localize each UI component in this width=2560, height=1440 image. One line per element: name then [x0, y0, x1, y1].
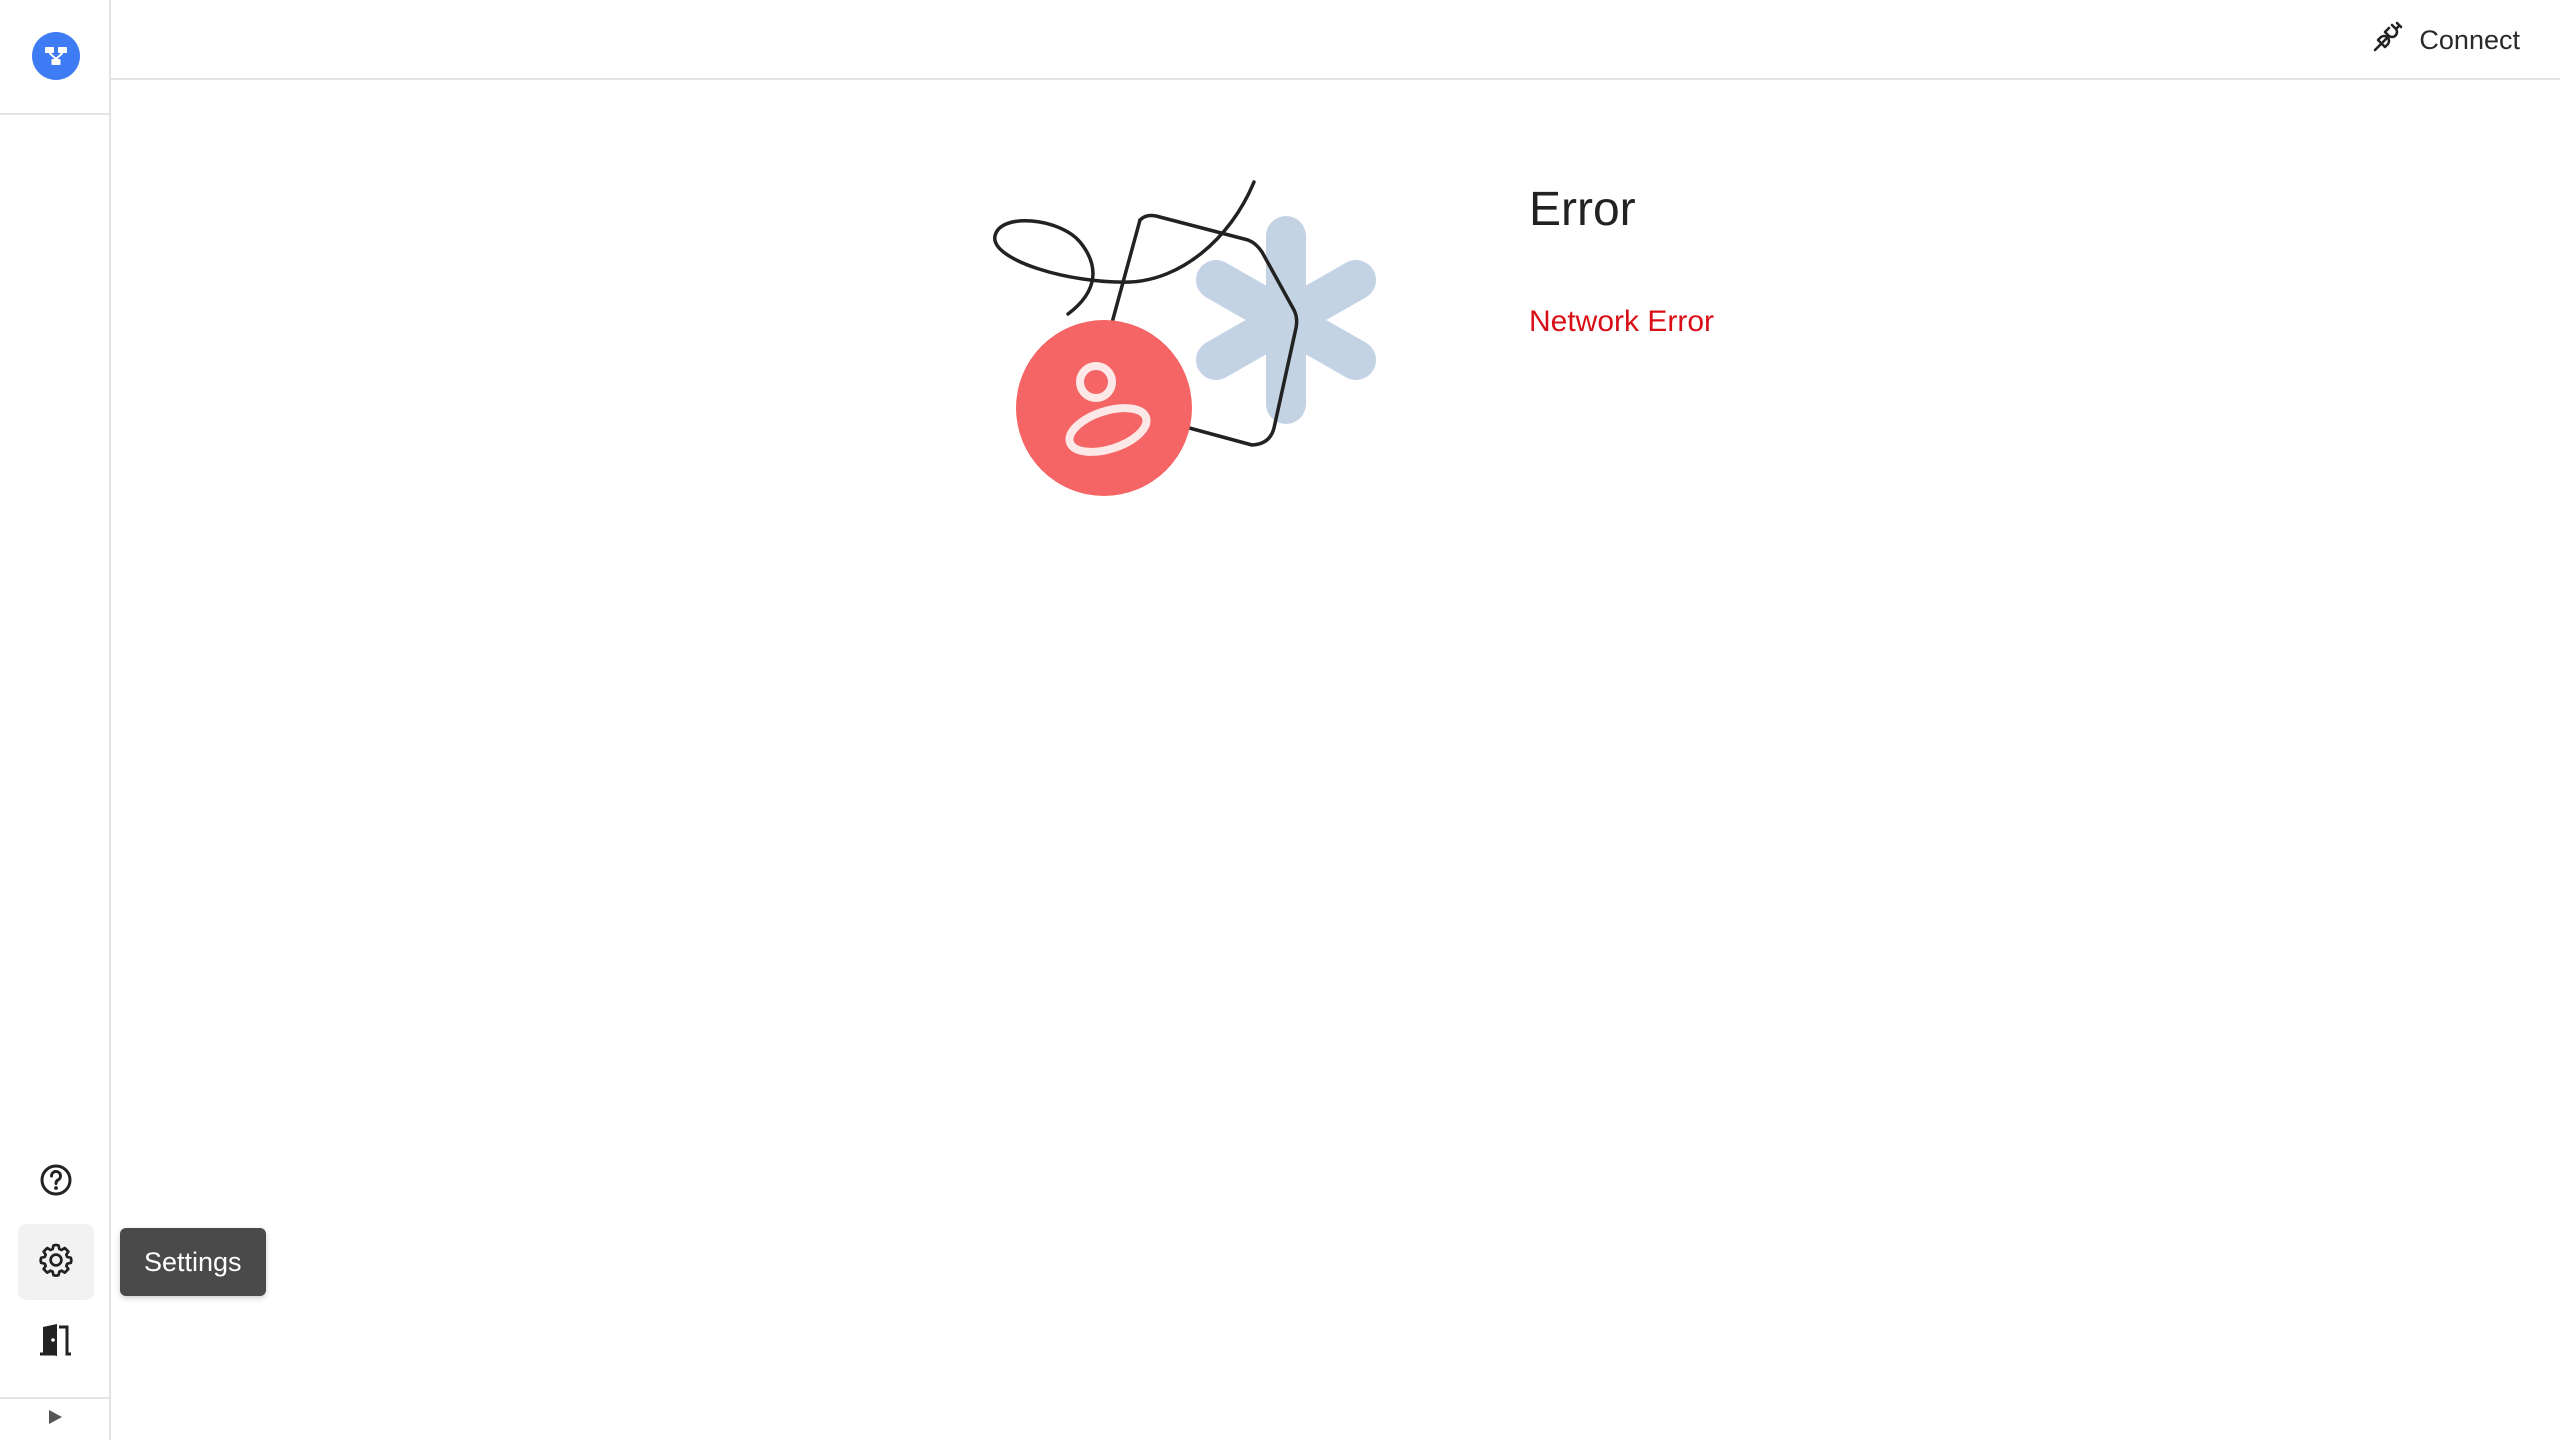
logout-button[interactable]	[18, 1304, 94, 1380]
plug-icon	[2371, 20, 2405, 61]
sidebar-logo-area	[0, 0, 109, 115]
top-header: Connect	[111, 0, 2560, 80]
page-title: Error	[1529, 183, 1636, 236]
network-logo-icon[interactable]	[32, 32, 80, 80]
help-button[interactable]	[18, 1144, 94, 1220]
logout-door-icon	[37, 1321, 75, 1364]
sidebar	[0, 0, 111, 1440]
help-circle-icon	[38, 1162, 74, 1203]
gear-icon	[37, 1241, 75, 1284]
sidebar-expand-button[interactable]	[0, 1397, 109, 1440]
connect-button[interactable]: Connect	[2371, 18, 2520, 62]
error-message: Network Error	[1529, 305, 1715, 338]
connect-label: Connect	[2419, 24, 2520, 55]
settings-button[interactable]	[18, 1224, 94, 1300]
play-triangle-icon	[45, 1407, 65, 1432]
error-illustration	[980, 170, 1400, 510]
settings-tooltip: Settings	[120, 1228, 266, 1296]
app-root: Settings Connect Error Network Error	[0, 0, 2560, 1440]
